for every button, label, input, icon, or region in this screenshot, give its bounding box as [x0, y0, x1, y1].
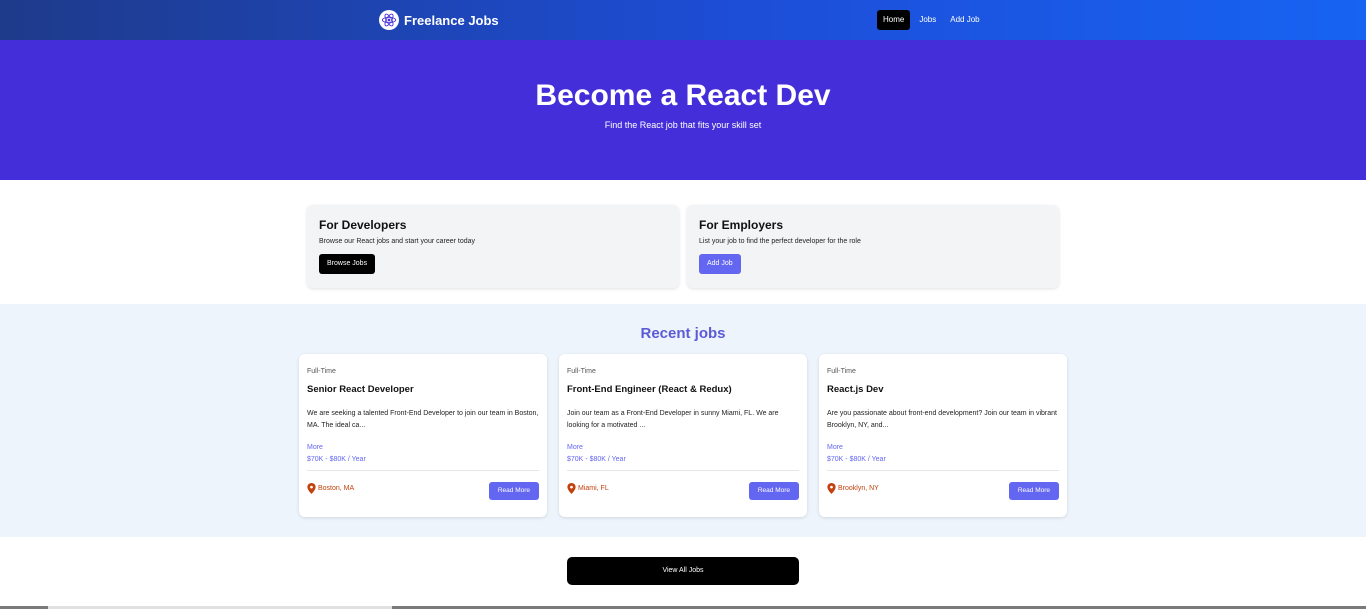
map-pin-icon — [567, 483, 576, 494]
hero-section: Become a React Dev Find the React job th… — [0, 40, 1366, 180]
nav-link-add-job[interactable]: Add Job — [945, 10, 984, 30]
top-navbar: Freelance Jobs Home Jobs Add Job — [0, 0, 1366, 40]
job-description: Join our team as a Front-End Developer i… — [567, 410, 779, 429]
job-more-link[interactable]: More — [827, 444, 843, 451]
react-logo-icon — [379, 10, 399, 30]
job-description: Are you passionate about front-end devel… — [827, 410, 1057, 429]
nav-links: Home Jobs Add Job — [877, 10, 989, 30]
hero-title: Become a React Dev — [535, 79, 831, 112]
view-all-jobs-button[interactable]: View All Jobs — [567, 557, 799, 585]
brand-title: Freelance Jobs — [404, 12, 499, 28]
map-pin-icon — [827, 483, 836, 494]
job-title: Senior React Developer — [307, 384, 414, 395]
job-title: Front-End Engineer (React & Redux) — [567, 384, 732, 395]
nav-link-jobs[interactable]: Jobs — [914, 10, 941, 30]
brand-link[interactable]: Freelance Jobs — [379, 10, 499, 30]
job-location: Miami, FL — [567, 483, 609, 494]
recent-jobs-heading: Recent jobs — [640, 325, 726, 342]
hero-subtitle: Find the React job that fits your skill … — [604, 120, 762, 130]
job-divider — [307, 470, 539, 471]
job-location-text: Brooklyn, NY — [838, 485, 879, 492]
employers-card-title: For Employers — [699, 218, 784, 232]
job-card: Full-Time Senior React Developer We are … — [299, 354, 547, 517]
job-type: Full-Time — [307, 368, 336, 375]
developers-card-title: For Developers — [319, 218, 407, 232]
job-title: React.js Dev — [827, 384, 884, 395]
job-type: Full-Time — [827, 368, 856, 375]
job-salary: $70K - $80K / Year — [307, 456, 366, 463]
job-card: Full-Time React.js Dev Are you passionat… — [819, 354, 1067, 517]
employers-card: For Employers List your job to find the … — [687, 205, 1059, 288]
job-location-text: Miami, FL — [578, 485, 609, 492]
map-pin-icon — [307, 483, 316, 494]
job-description: We are seeking a talented Front-End Deve… — [307, 410, 539, 429]
employers-card-text: List your job to find the perfect develo… — [699, 238, 861, 245]
nav-link-home[interactable]: Home — [877, 10, 911, 30]
read-more-button[interactable]: Read More — [1008, 482, 1059, 500]
developers-card: For Developers Browse our React jobs and… — [307, 205, 679, 288]
job-location: Boston, MA — [307, 483, 354, 494]
read-more-button[interactable]: Read More — [488, 482, 539, 500]
job-divider — [567, 470, 799, 471]
job-divider — [827, 470, 1059, 471]
read-more-button[interactable]: Read More — [748, 482, 799, 500]
job-salary: $70K - $80K / Year — [827, 456, 886, 463]
browse-jobs-button[interactable]: Browse Jobs — [319, 254, 376, 274]
recent-jobs-section: Recent jobs Full-Time Senior React Devel… — [0, 304, 1366, 537]
job-location-text: Boston, MA — [318, 485, 355, 492]
job-more-link[interactable]: More — [307, 444, 323, 451]
job-location: Brooklyn, NY — [827, 483, 879, 494]
job-more-link[interactable]: More — [567, 444, 583, 451]
add-job-button[interactable]: Add Job — [699, 254, 741, 274]
developers-card-text: Browse our React jobs and start your car… — [319, 238, 476, 245]
job-card: Full-Time Front-End Engineer (React & Re… — [559, 354, 807, 517]
job-salary: $70K - $80K / Year — [567, 456, 626, 463]
job-type: Full-Time — [567, 368, 596, 375]
